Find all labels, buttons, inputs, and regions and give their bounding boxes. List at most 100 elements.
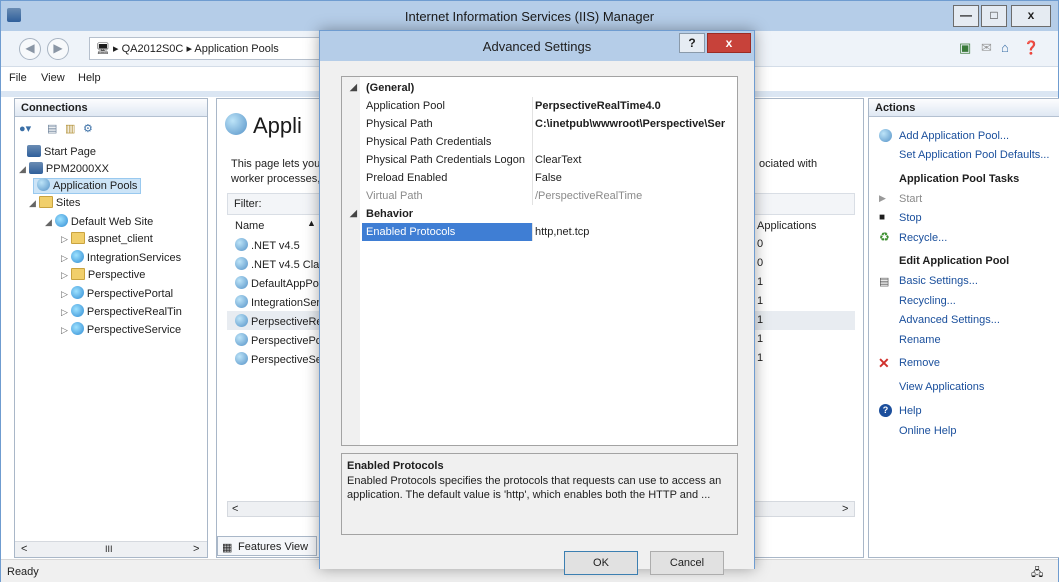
scroll-right-icon[interactable]: > xyxy=(842,503,848,515)
collapse-icon[interactable]: ▷ xyxy=(61,289,68,299)
category-general[interactable]: ◢ (General) xyxy=(342,79,737,97)
pool-apps: 1 xyxy=(757,295,764,307)
maximize-button[interactable]: □ xyxy=(981,5,1007,27)
help-link[interactable]: Help xyxy=(899,405,922,417)
app-pool-icon xyxy=(235,238,248,251)
pool-name: PerpsectiveRe xyxy=(251,316,323,328)
set-pool-defaults-link[interactable]: Set Application Pool Defaults... xyxy=(899,149,1049,161)
scroll-left-icon[interactable]: < xyxy=(21,543,27,555)
collapse-icon[interactable]: ▷ xyxy=(61,234,68,244)
close-button[interactable]: x xyxy=(1011,5,1051,27)
features-view-tab[interactable]: ▦ Features View xyxy=(217,536,317,556)
collapse-icon[interactable]: ▷ xyxy=(61,253,68,263)
web-app-icon xyxy=(70,322,84,335)
forward-icon[interactable]: ▶ xyxy=(47,38,69,60)
actions-header: Actions xyxy=(869,99,1059,117)
back-icon[interactable]: ◀ xyxy=(19,38,41,60)
collapse-category-icon[interactable]: ◢ xyxy=(350,82,357,93)
tree-child[interactable]: ▷ PerspectiveRealTin xyxy=(61,304,182,318)
property-separator xyxy=(532,223,533,241)
tree-child[interactable]: ▷ PerspectivePortal xyxy=(61,286,173,300)
description-text: Enabled Protocols specifies the protocol… xyxy=(347,475,722,501)
property-value[interactable]: False xyxy=(535,172,735,184)
rename-link[interactable]: Rename xyxy=(899,334,941,346)
menu-file[interactable]: File xyxy=(9,72,27,84)
stop-icon: ■ xyxy=(879,212,886,223)
category-behavior[interactable]: ◢ Behavior xyxy=(342,205,737,223)
cancel-button[interactable]: Cancel xyxy=(650,551,724,575)
collapse-icon[interactable]: ▷ xyxy=(61,325,68,335)
tree-sites[interactable]: ◢ Sites xyxy=(29,196,80,209)
tree-start-page[interactable]: Start Page xyxy=(27,145,96,158)
add-application-pool-link[interactable]: Add Application Pool... xyxy=(899,130,1009,142)
save-icon[interactable]: ▤ xyxy=(47,122,57,135)
tree-child[interactable]: ▷ PerspectiveService xyxy=(61,322,181,336)
collapse-category-icon[interactable]: ◢ xyxy=(350,208,357,219)
tree-label: Perspective xyxy=(87,269,146,281)
menu-view[interactable]: View xyxy=(41,72,65,84)
breadcrumb[interactable]: 🖥 ▸ QA2012S0C ▸ Application Pools xyxy=(89,37,329,60)
expand-icon[interactable]: ◢ xyxy=(29,198,36,208)
property-value[interactable]: ClearText xyxy=(535,154,735,166)
property-row[interactable]: Preload Enabled False xyxy=(342,169,737,187)
property-value[interactable]: PerpsectiveRealTime4.0 xyxy=(535,100,735,112)
app-pool-icon xyxy=(235,257,248,270)
breadcrumb-app-pools[interactable]: Application Pools xyxy=(194,43,278,55)
tree-child[interactable]: ▷ IntegrationServices xyxy=(61,250,181,264)
view-applications-link[interactable]: View Applications xyxy=(899,381,984,393)
folder-up-icon[interactable]: ▥ xyxy=(65,122,75,135)
collapse-icon[interactable]: ▷ xyxy=(61,307,68,317)
property-row-selected[interactable]: Enabled Protocols http,net.tcp xyxy=(342,223,737,241)
pool-apps: 0 xyxy=(757,257,764,269)
enabled-protocols-input[interactable]: http,net.tcp xyxy=(535,226,735,238)
connect-icon[interactable]: ●▾ xyxy=(19,122,31,135)
ok-button[interactable]: OK xyxy=(564,551,638,575)
menu-help[interactable]: Help xyxy=(78,72,101,84)
basic-settings-link[interactable]: Basic Settings... xyxy=(899,275,978,287)
minimize-button[interactable]: — xyxy=(953,5,979,27)
expand-icon[interactable]: ◢ xyxy=(45,217,52,227)
tree-label: PerspectiveService xyxy=(86,324,182,336)
home-icon[interactable]: ⌂ xyxy=(1001,40,1009,55)
scroll-left-icon[interactable]: < xyxy=(232,503,238,515)
horizontal-scrollbar[interactable]: < III > xyxy=(15,541,207,557)
recycling-link[interactable]: Recycling... xyxy=(899,295,956,307)
expand-icon[interactable]: ◢ xyxy=(19,164,26,174)
advanced-settings-link[interactable]: Advanced Settings... xyxy=(899,314,1000,326)
scroll-thumb[interactable]: III xyxy=(105,544,113,554)
property-row[interactable]: Physical Path Credentials xyxy=(342,133,737,151)
property-row[interactable]: Physical Path Credentials Logon ClearTex… xyxy=(342,151,737,169)
stop-icon[interactable]: ✉ xyxy=(981,40,992,56)
tree-label: PPM2000XX xyxy=(45,163,109,175)
online-help-link[interactable]: Online Help xyxy=(899,425,956,437)
features-view-icon: ▦ xyxy=(222,542,233,554)
dialog-help-button[interactable]: ? xyxy=(679,33,705,53)
remove-link[interactable]: Remove xyxy=(899,357,940,369)
stop-link[interactable]: Stop xyxy=(899,212,922,224)
dialog-close-button[interactable]: x xyxy=(707,33,751,53)
tree-child[interactable]: ▷ Perspective xyxy=(61,268,145,281)
tree-default-site[interactable]: ◢ Default Web Site xyxy=(45,214,153,228)
property-row[interactable]: Physical Path C:\inetpub\wwwroot\Perspec… xyxy=(342,115,737,133)
column-name[interactable]: Name xyxy=(235,220,264,232)
recycle-link[interactable]: Recycle... xyxy=(899,232,947,244)
column-applications[interactable]: Applications xyxy=(757,220,816,232)
refresh-icon[interactable]: ▣ xyxy=(959,40,971,56)
property-value[interactable]: C:\inetpub\wwwroot\Perspective\Ser xyxy=(535,118,735,130)
start-link[interactable]: Start xyxy=(899,193,922,205)
tree-label: aspnet_client xyxy=(87,233,153,245)
tree-child[interactable]: ▷ aspnet_client xyxy=(61,232,153,245)
property-row[interactable]: Application Pool PerpsectiveRealTime4.0 xyxy=(342,97,737,115)
property-row[interactable]: Virtual Path /PerspectiveRealTime xyxy=(342,187,737,205)
pool-apps: 0 xyxy=(757,238,764,250)
help-menu-icon[interactable]: ❓ xyxy=(1023,40,1039,56)
property-separator xyxy=(532,133,533,151)
disconnect-icon[interactable]: ⚙ xyxy=(83,122,93,135)
collapse-icon[interactable]: ▷ xyxy=(61,270,68,280)
property-name: Physical Path xyxy=(366,118,433,130)
scroll-right-icon[interactable]: > xyxy=(193,543,199,555)
tree-app-pools[interactable]: Application Pools xyxy=(33,178,142,194)
tree-server[interactable]: ◢ PPM2000XX xyxy=(19,162,109,175)
pool-apps: 1 xyxy=(757,314,764,326)
breadcrumb-server[interactable]: QA2012S0C xyxy=(122,43,184,55)
